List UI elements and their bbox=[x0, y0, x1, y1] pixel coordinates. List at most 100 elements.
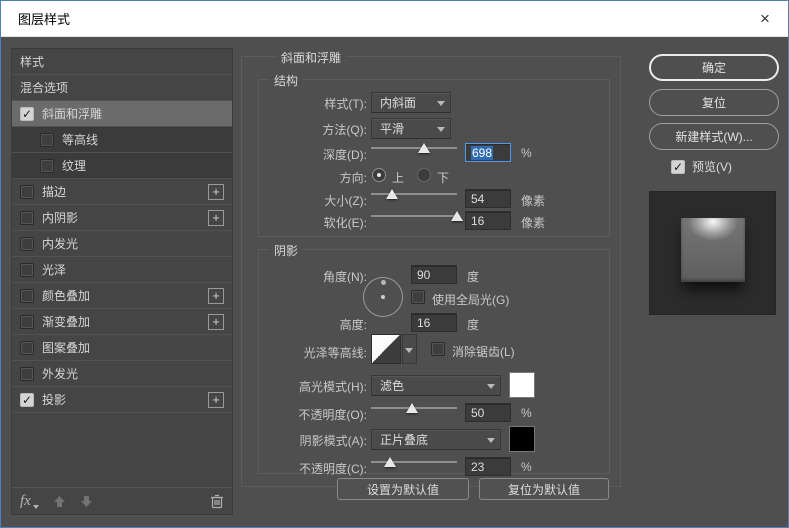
checkbox-checked-icon[interactable]: ✓ bbox=[671, 159, 685, 174]
shadow-opacity-slider[interactable] bbox=[371, 456, 457, 470]
size-slider[interactable] bbox=[371, 188, 457, 202]
slider-thumb-icon[interactable] bbox=[385, 189, 398, 199]
sidebar-item-pattern-overlay[interactable]: 图案叠加 bbox=[12, 335, 232, 361]
checkbox-unchecked-icon[interactable] bbox=[20, 262, 34, 277]
gloss-contour-label: 光泽等高线: bbox=[303, 346, 367, 360]
highlight-mode-value: 滤色 bbox=[380, 379, 405, 393]
checkbox-checked-icon[interactable]: ✓ bbox=[20, 392, 34, 407]
add-effect-icon[interactable]: + bbox=[208, 210, 224, 226]
close-icon[interactable]: × bbox=[742, 1, 788, 37]
add-effect-icon[interactable]: + bbox=[208, 288, 224, 304]
technique-dropdown[interactable]: 平滑 bbox=[371, 118, 451, 139]
shadow-opacity-label: 不透明度(C): bbox=[299, 462, 367, 476]
sidebar-item-color-overlay[interactable]: 颜色叠加 + bbox=[12, 283, 232, 309]
depth-slider[interactable] bbox=[371, 142, 457, 156]
sidebar-item-bevel-emboss[interactable]: ✓ 斜面和浮雕 bbox=[12, 101, 232, 127]
checkbox-unchecked-icon[interactable] bbox=[20, 366, 34, 381]
shading-legend: 阴影 bbox=[269, 242, 304, 259]
checkbox-unchecked-icon[interactable] bbox=[20, 314, 34, 329]
move-up-icon[interactable] bbox=[53, 495, 66, 508]
sidebar-item-styles[interactable]: 样式 bbox=[12, 49, 232, 75]
use-global-light-checkbox[interactable] bbox=[411, 290, 425, 304]
dialog-title: 图层样式 bbox=[18, 12, 71, 27]
preview-toggle[interactable]: ✓ 预览(V) bbox=[671, 158, 732, 175]
sidebar-item-inner-glow[interactable]: 内发光 bbox=[12, 231, 232, 257]
structure-legend: 结构 bbox=[269, 72, 304, 89]
size-input[interactable]: 54 bbox=[465, 189, 511, 208]
angle-indicator-icon bbox=[381, 280, 386, 285]
highlight-opacity-unit: % bbox=[521, 406, 532, 420]
shadow-color-swatch[interactable] bbox=[509, 426, 535, 452]
depth-input[interactable]: 698 bbox=[465, 143, 511, 162]
altitude-input[interactable]: 16 bbox=[411, 313, 457, 332]
set-default-button[interactable]: 设置为默认值 bbox=[337, 478, 469, 500]
sidebar-item-satin[interactable]: 光泽 bbox=[12, 257, 232, 283]
checkbox-unchecked-icon[interactable] bbox=[40, 132, 54, 147]
checkbox-unchecked-icon[interactable] bbox=[20, 288, 34, 303]
sidebar-item-label: 纹理 bbox=[62, 159, 87, 173]
layer-style-dialog: 图层样式 × 样式 混合选项 ✓ 斜面和浮雕 等高线 纹理 描边 + 内阴影 +… bbox=[0, 0, 789, 528]
slider-thumb-icon[interactable] bbox=[406, 403, 419, 413]
sidebar-item-stroke[interactable]: 描边 + bbox=[12, 179, 232, 205]
highlight-opacity-slider[interactable] bbox=[371, 402, 457, 416]
soften-input[interactable]: 16 bbox=[465, 211, 511, 230]
checkbox-unchecked-icon[interactable] bbox=[20, 236, 34, 251]
sidebar-item-blending-options[interactable]: 混合选项 bbox=[12, 75, 232, 101]
delete-effect-icon[interactable] bbox=[210, 494, 224, 509]
add-effect-icon[interactable]: + bbox=[208, 314, 224, 330]
reset-default-button[interactable]: 复位为默认值 bbox=[479, 478, 609, 500]
anti-aliased-checkbox[interactable] bbox=[431, 342, 445, 356]
technique-label: 方法(Q): bbox=[322, 123, 367, 137]
ok-button[interactable]: 确定 bbox=[649, 54, 779, 81]
sidebar-item-contour[interactable]: 等高线 bbox=[12, 127, 232, 153]
angle-unit: 度 bbox=[467, 270, 480, 284]
sidebar-item-inner-shadow[interactable]: 内阴影 + bbox=[12, 205, 232, 231]
technique-value: 平滑 bbox=[380, 122, 405, 136]
sidebar-item-texture[interactable]: 纹理 bbox=[12, 153, 232, 179]
style-preview-thumbnail bbox=[649, 191, 776, 315]
checkbox-unchecked-icon[interactable] bbox=[20, 340, 34, 355]
slider-thumb-icon[interactable] bbox=[383, 457, 396, 467]
shadow-opacity-input[interactable]: 23 bbox=[465, 457, 511, 476]
soften-label: 软化(E): bbox=[323, 216, 367, 230]
soften-slider[interactable] bbox=[371, 210, 463, 224]
shadow-mode-dropdown[interactable]: 正片叠底 bbox=[371, 429, 501, 450]
fx-menu-icon[interactable]: fx bbox=[20, 493, 39, 509]
size-unit: 像素 bbox=[521, 194, 546, 208]
altitude-label: 高度: bbox=[339, 318, 367, 332]
gloss-contour-thumbnail[interactable] bbox=[371, 334, 401, 364]
reset-button[interactable]: 复位 bbox=[649, 89, 779, 116]
highlight-mode-dropdown[interactable]: 滤色 bbox=[371, 375, 501, 396]
checkbox-unchecked-icon[interactable] bbox=[40, 158, 54, 173]
checkbox-unchecked-icon[interactable] bbox=[20, 184, 34, 199]
move-down-icon[interactable] bbox=[80, 495, 93, 508]
direction-down-radio[interactable] bbox=[417, 168, 431, 182]
style-dropdown[interactable]: 内斜面 bbox=[371, 92, 451, 113]
anti-aliased-label: 消除锯齿(L) bbox=[452, 345, 515, 359]
highlight-opacity-input[interactable]: 50 bbox=[465, 403, 511, 422]
add-effect-icon[interactable]: + bbox=[208, 184, 224, 200]
gloss-contour-dropdown[interactable] bbox=[402, 334, 417, 364]
checkbox-unchecked-icon[interactable] bbox=[20, 210, 34, 225]
add-effect-icon[interactable]: + bbox=[208, 392, 224, 408]
angle-input[interactable]: 90 bbox=[411, 265, 457, 284]
direction-up-radio[interactable] bbox=[372, 168, 386, 182]
shadow-opacity-unit: % bbox=[521, 460, 532, 474]
title-bar[interactable]: 图层样式 × bbox=[1, 1, 788, 37]
preview-bevel-square bbox=[681, 218, 745, 282]
sidebar-item-drop-shadow[interactable]: ✓ 投影 + bbox=[12, 387, 232, 413]
sidebar-item-gradient-overlay[interactable]: 渐变叠加 + bbox=[12, 309, 232, 335]
soften-unit: 像素 bbox=[521, 216, 546, 230]
sidebar-item-label: 颜色叠加 bbox=[42, 289, 91, 303]
checkbox-checked-icon[interactable]: ✓ bbox=[20, 106, 34, 121]
highlight-color-swatch[interactable] bbox=[509, 372, 535, 398]
slider-thumb-icon[interactable] bbox=[451, 211, 463, 221]
preview-label: 预览(V) bbox=[692, 160, 732, 174]
sidebar-item-outer-glow[interactable]: 外发光 bbox=[12, 361, 232, 387]
angle-dial[interactable] bbox=[363, 277, 403, 317]
shading-group: 阴影 角度(N): 90 度 使用全局光(G) 高度: 16 度 光泽等高线: bbox=[258, 242, 610, 476]
sidebar-item-label: 等高线 bbox=[62, 133, 99, 147]
style-value: 内斜面 bbox=[380, 96, 417, 110]
new-style-button[interactable]: 新建样式(W)... bbox=[649, 123, 779, 150]
slider-thumb-icon[interactable] bbox=[418, 143, 431, 153]
